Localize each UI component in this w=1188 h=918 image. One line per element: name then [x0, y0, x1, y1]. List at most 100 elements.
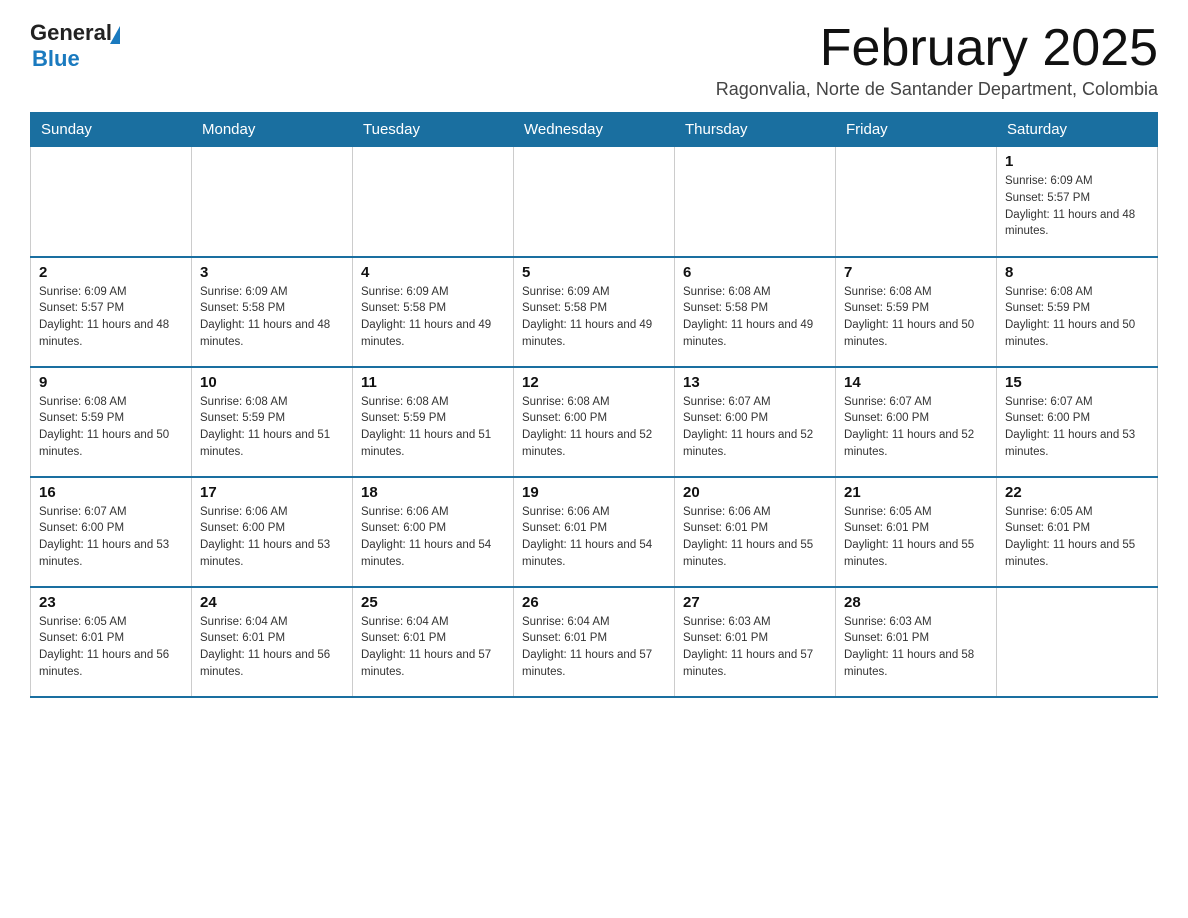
day-info: Sunrise: 6:09 AM Sunset: 5:57 PM Dayligh…	[1005, 173, 1149, 240]
calendar-subtitle: Ragonvalia, Norte de Santander Departmen…	[716, 79, 1158, 100]
calendar-cell: 11 Sunrise: 6:08 AM Sunset: 5:59 PM Dayli…	[353, 367, 514, 477]
day-number: 27	[683, 594, 827, 611]
calendar-cell: 3 Sunrise: 6:09 AM Sunset: 5:58 PM Daylig…	[192, 257, 353, 367]
day-number: 6	[683, 264, 827, 281]
day-number: 9	[39, 374, 183, 391]
day-info: Sunrise: 6:08 AM Sunset: 5:59 PM Dayligh…	[1005, 284, 1149, 351]
day-info: Sunrise: 6:08 AM Sunset: 5:59 PM Dayligh…	[844, 284, 988, 351]
weekday-header-thursday: Thursday	[675, 113, 836, 147]
day-info: Sunrise: 6:05 AM Sunset: 6:01 PM Dayligh…	[1005, 504, 1149, 571]
day-info: Sunrise: 6:04 AM Sunset: 6:01 PM Dayligh…	[361, 614, 505, 681]
logo-general-text: General	[30, 20, 112, 46]
day-number: 19	[522, 484, 666, 501]
day-info: Sunrise: 6:07 AM Sunset: 6:00 PM Dayligh…	[683, 394, 827, 461]
day-number: 22	[1005, 484, 1149, 501]
day-info: Sunrise: 6:06 AM Sunset: 6:00 PM Dayligh…	[361, 504, 505, 571]
day-number: 20	[683, 484, 827, 501]
day-number: 3	[200, 264, 344, 281]
day-number: 7	[844, 264, 988, 281]
weekday-header-tuesday: Tuesday	[353, 113, 514, 147]
day-number: 13	[683, 374, 827, 391]
calendar-cell: 15 Sunrise: 6:07 AM Sunset: 6:00 PM Dayli…	[997, 367, 1158, 477]
calendar-cell: 7 Sunrise: 6:08 AM Sunset: 5:59 PM Daylig…	[836, 257, 997, 367]
calendar-cell: 2 Sunrise: 6:09 AM Sunset: 5:57 PM Daylig…	[31, 257, 192, 367]
day-number: 25	[361, 594, 505, 611]
day-info: Sunrise: 6:03 AM Sunset: 6:01 PM Dayligh…	[844, 614, 988, 681]
calendar-cell: 9 Sunrise: 6:08 AM Sunset: 5:59 PM Daylig…	[31, 367, 192, 477]
calendar-table: SundayMondayTuesdayWednesdayThursdayFrid…	[30, 112, 1158, 698]
day-number: 24	[200, 594, 344, 611]
calendar-cell: 8 Sunrise: 6:08 AM Sunset: 5:59 PM Daylig…	[997, 257, 1158, 367]
calendar-cell: 21 Sunrise: 6:05 AM Sunset: 6:01 PM Dayli…	[836, 477, 997, 587]
day-info: Sunrise: 6:08 AM Sunset: 6:00 PM Dayligh…	[522, 394, 666, 461]
day-info: Sunrise: 6:05 AM Sunset: 6:01 PM Dayligh…	[39, 614, 183, 681]
calendar-cell: 6 Sunrise: 6:08 AM Sunset: 5:58 PM Daylig…	[675, 257, 836, 367]
day-info: Sunrise: 6:04 AM Sunset: 6:01 PM Dayligh…	[522, 614, 666, 681]
calendar-cell: 16 Sunrise: 6:07 AM Sunset: 6:00 PM Dayli…	[31, 477, 192, 587]
day-number: 14	[844, 374, 988, 391]
day-number: 21	[844, 484, 988, 501]
logo: General Blue	[30, 20, 120, 72]
day-info: Sunrise: 6:06 AM Sunset: 6:01 PM Dayligh…	[522, 504, 666, 571]
day-info: Sunrise: 6:07 AM Sunset: 6:00 PM Dayligh…	[1005, 394, 1149, 461]
calendar-cell: 14 Sunrise: 6:07 AM Sunset: 6:00 PM Dayli…	[836, 367, 997, 477]
day-info: Sunrise: 6:03 AM Sunset: 6:01 PM Dayligh…	[683, 614, 827, 681]
day-info: Sunrise: 6:07 AM Sunset: 6:00 PM Dayligh…	[844, 394, 988, 461]
calendar-cell: 1 Sunrise: 6:09 AM Sunset: 5:57 PM Daylig…	[997, 147, 1158, 257]
calendar-cell	[192, 147, 353, 257]
calendar-cell: 25 Sunrise: 6:04 AM Sunset: 6:01 PM Dayli…	[353, 587, 514, 697]
day-info: Sunrise: 6:09 AM Sunset: 5:57 PM Dayligh…	[39, 284, 183, 351]
calendar-cell: 18Sunrise: 6:06 AM Sunset: 6:00 PM Dayli…	[353, 477, 514, 587]
calendar-cell	[675, 147, 836, 257]
day-info: Sunrise: 6:06 AM Sunset: 6:00 PM Dayligh…	[200, 504, 344, 571]
calendar-cell: 26 Sunrise: 6:04 AM Sunset: 6:01 PM Dayli…	[514, 587, 675, 697]
day-info: Sunrise: 6:09 AM Sunset: 5:58 PM Dayligh…	[361, 284, 505, 351]
day-info: Sunrise: 6:09 AM Sunset: 5:58 PM Dayligh…	[200, 284, 344, 351]
calendar-title: February 2025	[716, 20, 1158, 77]
day-info: Sunrise: 6:06 AM Sunset: 6:01 PM Dayligh…	[683, 504, 827, 571]
day-number: 17	[200, 484, 344, 501]
day-info: Sunrise: 6:07 AM Sunset: 6:00 PM Dayligh…	[39, 504, 183, 571]
calendar-week-row: 23 Sunrise: 6:05 AM Sunset: 6:01 PM Dayli…	[31, 587, 1158, 697]
calendar-cell: 4 Sunrise: 6:09 AM Sunset: 5:58 PM Daylig…	[353, 257, 514, 367]
day-info: Sunrise: 6:08 AM Sunset: 5:59 PM Dayligh…	[200, 394, 344, 461]
calendar-cell: 5Sunrise: 6:09 AM Sunset: 5:58 PM Daylig…	[514, 257, 675, 367]
day-number: 23	[39, 594, 183, 611]
calendar-cell: 17 Sunrise: 6:06 AM Sunset: 6:00 PM Dayli…	[192, 477, 353, 587]
day-number: 12	[522, 374, 666, 391]
day-info: Sunrise: 6:05 AM Sunset: 6:01 PM Dayligh…	[844, 504, 988, 571]
weekday-header-monday: Monday	[192, 113, 353, 147]
day-number: 1	[1005, 153, 1149, 170]
calendar-week-row: 9 Sunrise: 6:08 AM Sunset: 5:59 PM Daylig…	[31, 367, 1158, 477]
day-info: Sunrise: 6:08 AM Sunset: 5:59 PM Dayligh…	[39, 394, 183, 461]
day-number: 8	[1005, 264, 1149, 281]
calendar-cell	[31, 147, 192, 257]
weekday-header-saturday: Saturday	[997, 113, 1158, 147]
title-block: February 2025 Ragonvalia, Norte de Santa…	[716, 20, 1158, 100]
calendar-cell: 12 Sunrise: 6:08 AM Sunset: 6:00 PM Dayli…	[514, 367, 675, 477]
day-number: 28	[844, 594, 988, 611]
weekday-header-row: SundayMondayTuesdayWednesdayThursdayFrid…	[31, 113, 1158, 147]
logo-blue-text: Blue	[32, 46, 80, 72]
weekday-header-sunday: Sunday	[31, 113, 192, 147]
calendar-cell	[836, 147, 997, 257]
calendar-week-row: 2 Sunrise: 6:09 AM Sunset: 5:57 PM Daylig…	[31, 257, 1158, 367]
day-number: 4	[361, 264, 505, 281]
calendar-cell	[514, 147, 675, 257]
day-info: Sunrise: 6:08 AM Sunset: 5:59 PM Dayligh…	[361, 394, 505, 461]
calendar-cell: 20 Sunrise: 6:06 AM Sunset: 6:01 PM Dayli…	[675, 477, 836, 587]
calendar-week-row: 1 Sunrise: 6:09 AM Sunset: 5:57 PM Daylig…	[31, 147, 1158, 257]
day-info: Sunrise: 6:08 AM Sunset: 5:58 PM Dayligh…	[683, 284, 827, 351]
page-header: General Blue February 2025 Ragonvalia, N…	[30, 20, 1158, 100]
day-number: 15	[1005, 374, 1149, 391]
calendar-cell: 27 Sunrise: 6:03 AM Sunset: 6:01 PM Dayli…	[675, 587, 836, 697]
day-number: 16	[39, 484, 183, 501]
calendar-cell: 22 Sunrise: 6:05 AM Sunset: 6:01 PM Dayli…	[997, 477, 1158, 587]
day-number: 2	[39, 264, 183, 281]
calendar-cell: 23 Sunrise: 6:05 AM Sunset: 6:01 PM Dayli…	[31, 587, 192, 697]
calendar-cell: 24Sunrise: 6:04 AM Sunset: 6:01 PM Dayli…	[192, 587, 353, 697]
day-number: 26	[522, 594, 666, 611]
day-number: 11	[361, 374, 505, 391]
day-number: 10	[200, 374, 344, 391]
calendar-cell	[353, 147, 514, 257]
